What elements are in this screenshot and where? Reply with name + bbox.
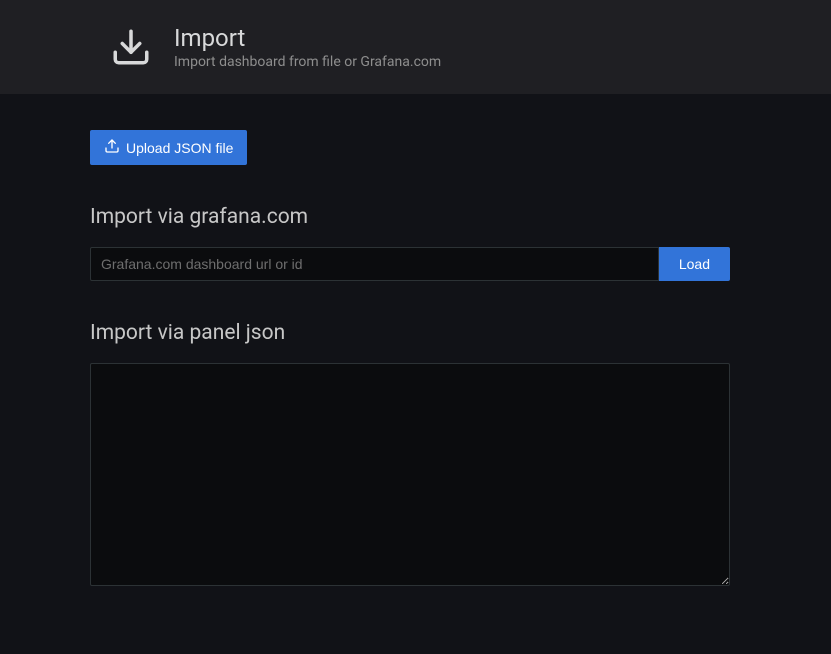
content-area: Upload JSON file Import via grafana.com … — [0, 94, 831, 590]
json-section-title: Import via panel json — [90, 321, 741, 345]
json-textarea[interactable] — [90, 363, 730, 586]
upload-icon — [104, 138, 120, 157]
page-title: Import — [174, 24, 441, 52]
page-subtitle: Import dashboard from file or Grafana.co… — [174, 54, 441, 70]
page-header: Import Import dashboard from file or Gra… — [0, 0, 831, 94]
grafana-import-section: Import via grafana.com Load — [90, 205, 741, 281]
grafana-url-input[interactable] — [90, 247, 659, 281]
header-text: Import Import dashboard from file or Gra… — [174, 24, 441, 70]
grafana-section-title: Import via grafana.com — [90, 205, 741, 229]
load-button[interactable]: Load — [659, 247, 730, 281]
json-import-section: Import via panel json — [90, 321, 741, 590]
import-icon — [110, 26, 152, 68]
upload-button-label: Upload JSON file — [126, 140, 233, 156]
grafana-input-row: Load — [90, 247, 730, 281]
upload-json-button[interactable]: Upload JSON file — [90, 130, 247, 165]
